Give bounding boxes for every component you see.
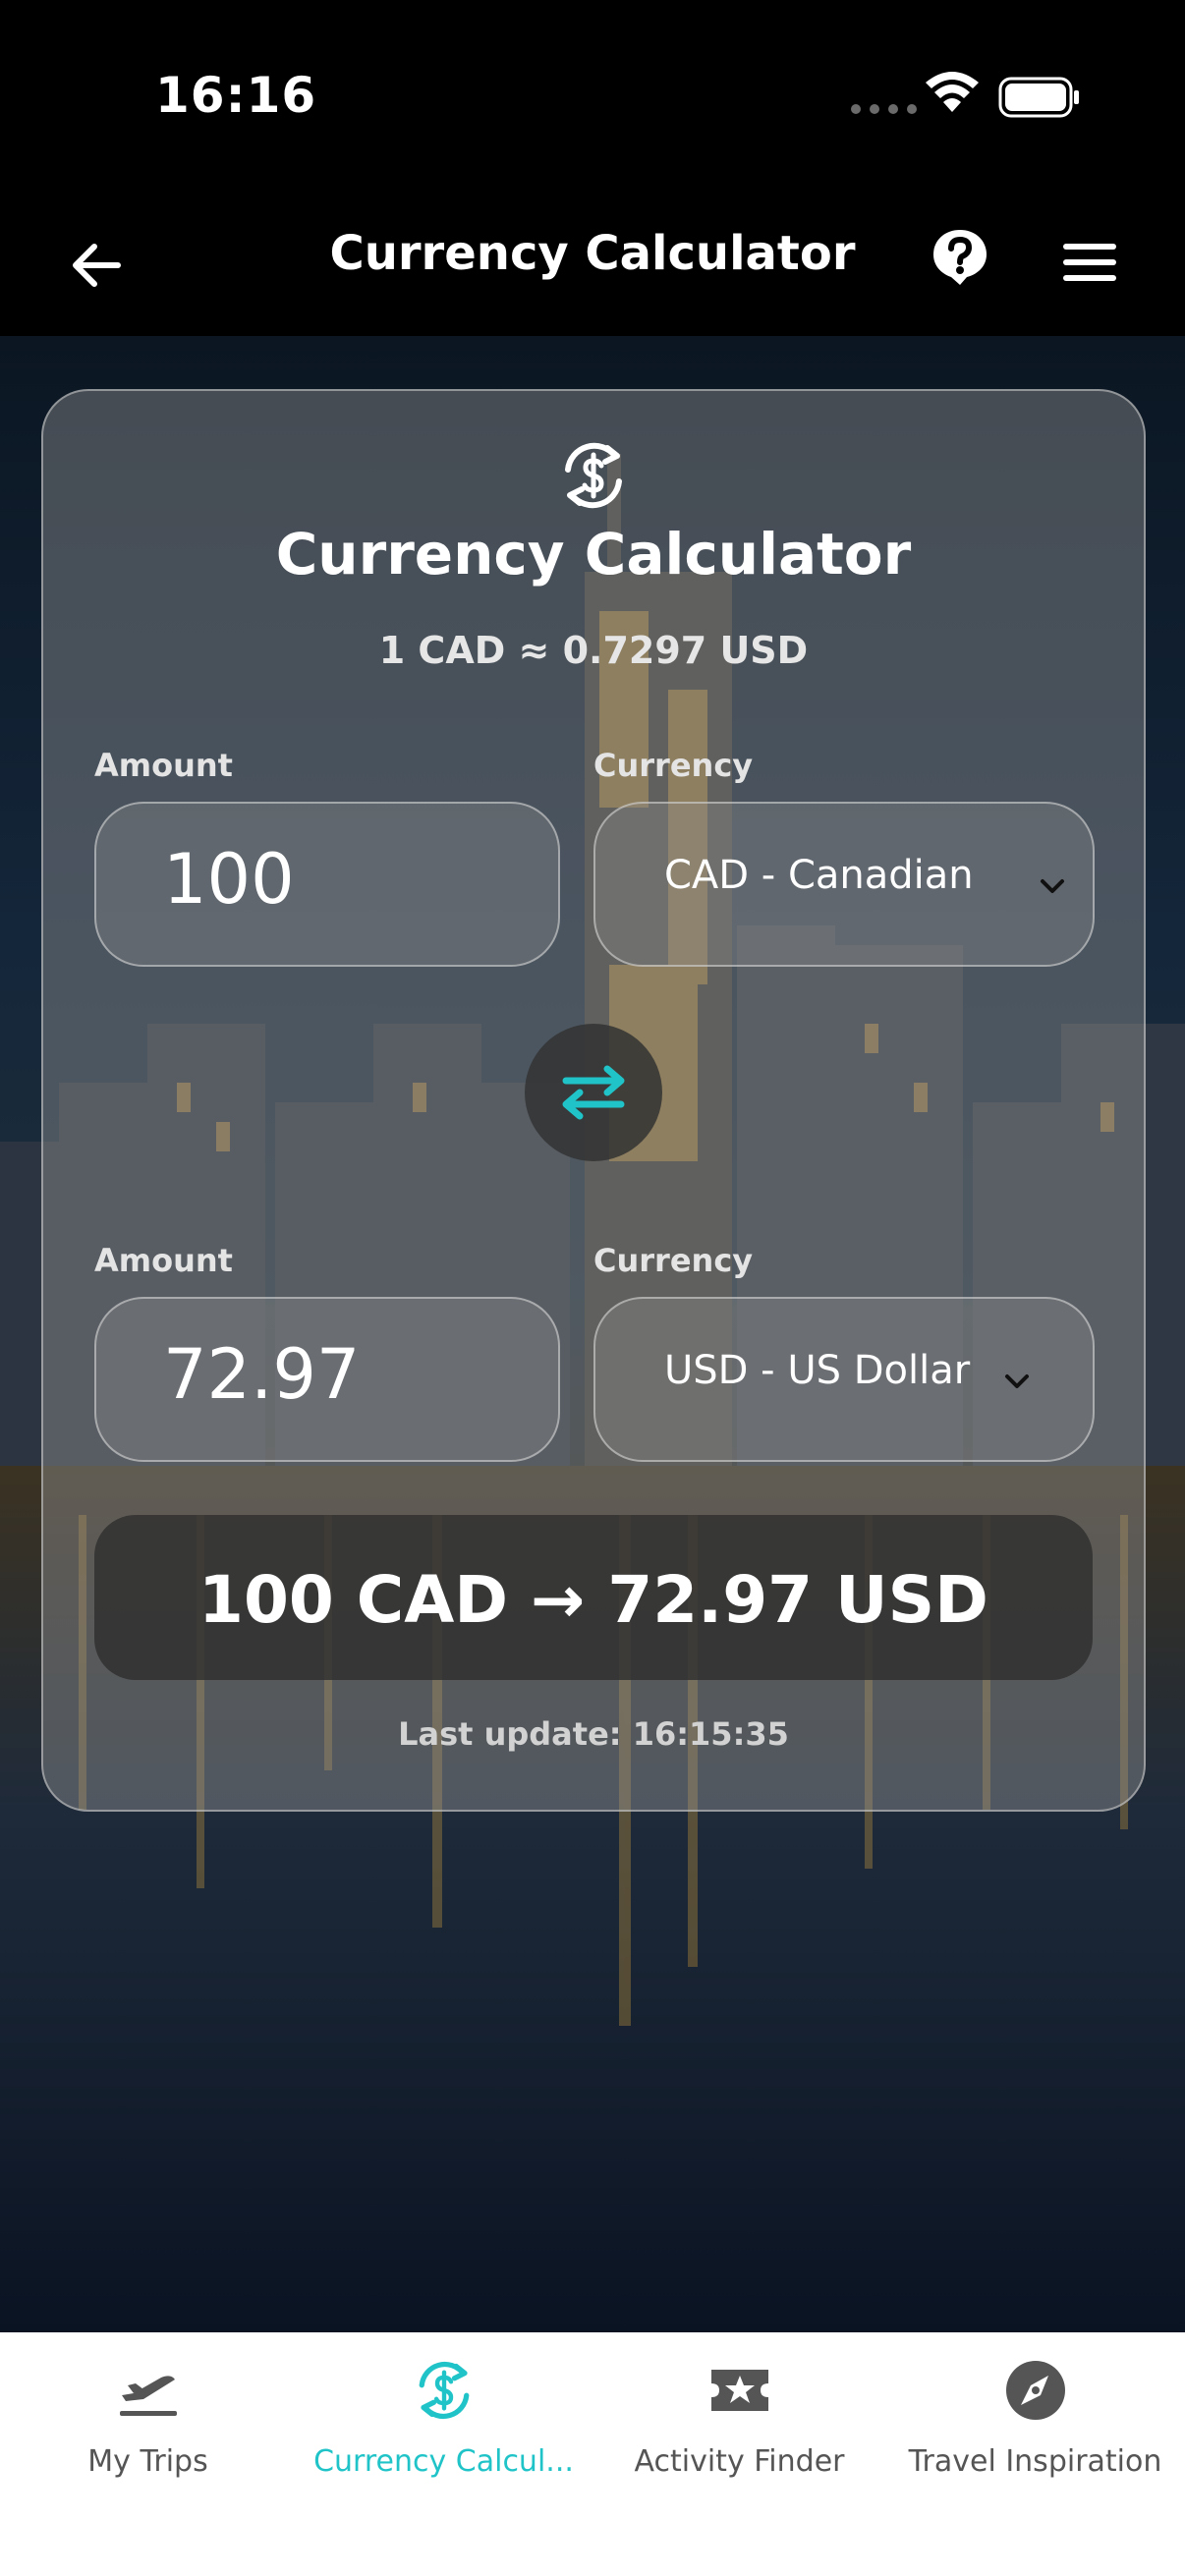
wifi-icon <box>926 72 979 112</box>
tab-label: Travel Inspiration <box>908 2444 1162 2479</box>
tab-travel-inspiration[interactable]: Travel Inspiration <box>887 2332 1183 2529</box>
to-amount-input[interactable]: 72.97 <box>94 1297 560 1462</box>
back-button[interactable] <box>61 230 132 301</box>
from-currency-value: CAD - Canadian <box>664 853 974 898</box>
from-amount-label: Amount <box>94 747 233 784</box>
currency-exchange-icon <box>419 2361 470 2420</box>
bottom-tab-bar: My Trips Currency Calcul... Activity Fin… <box>0 2332 1185 2576</box>
tab-label: My Trips <box>87 2444 208 2479</box>
compass-icon <box>1006 2361 1065 2420</box>
last-update: Last update: 16:15:35 <box>398 1715 789 1753</box>
card-title: Currency Calculator <box>275 521 912 588</box>
to-amount-value: 72.97 <box>163 1334 361 1415</box>
battery-icon <box>998 77 1079 118</box>
chevron-down-icon <box>1005 1374 1029 1388</box>
conversion-result: 100 CAD → 72.97 USD <box>94 1515 1093 1680</box>
to-currency-label: Currency <box>593 1242 754 1279</box>
help-button[interactable] <box>930 226 990 287</box>
currency-exchange-icon <box>565 442 622 509</box>
from-amount-input[interactable]: 100 <box>94 802 560 967</box>
from-currency-label: Currency <box>593 747 754 784</box>
to-amount-label: Amount <box>94 1242 233 1279</box>
page-title: Currency Calculator <box>329 226 856 281</box>
tab-label: Currency Calcul... <box>313 2444 574 2479</box>
to-currency-value: USD - US Dollar <box>664 1348 971 1393</box>
status-bar: 16:16 <box>0 0 1185 196</box>
exchange-rate: 1 CAD ≈ 0.7297 USD <box>378 629 809 672</box>
swap-currencies-button[interactable] <box>525 1024 662 1161</box>
status-time: 16:16 <box>155 67 317 124</box>
tab-currency-calculator[interactable]: Currency Calcul... <box>296 2332 592 2529</box>
tab-label: Activity Finder <box>634 2444 845 2479</box>
app-header: Currency Calculator <box>0 196 1185 336</box>
to-currency-select[interactable]: USD - US Dollar <box>593 1297 1095 1462</box>
from-currency-select[interactable]: CAD - Canadian <box>593 802 1095 967</box>
chevron-down-icon <box>1041 879 1064 893</box>
result-text: 100 CAD → 72.97 USD <box>198 1562 988 1638</box>
swap-arrows-icon <box>562 1065 625 1120</box>
arrow-left-icon <box>73 244 121 287</box>
screen: 16:16 Currency Calculator Currency Calcu… <box>0 0 1185 2576</box>
tab-activity-finder[interactable]: Activity Finder <box>592 2332 887 2529</box>
currency-calculator-card: Currency Calculator 1 CAD ≈ 0.7297 USD A… <box>41 389 1146 1812</box>
cellular-signal-icon <box>851 104 917 114</box>
star-ticket-icon <box>711 2370 768 2411</box>
plane-departure-icon <box>120 2376 177 2416</box>
hamburger-menu-icon[interactable] <box>1059 238 1120 287</box>
from-amount-value: 100 <box>163 839 295 920</box>
tab-my-trips[interactable]: My Trips <box>0 2332 296 2529</box>
